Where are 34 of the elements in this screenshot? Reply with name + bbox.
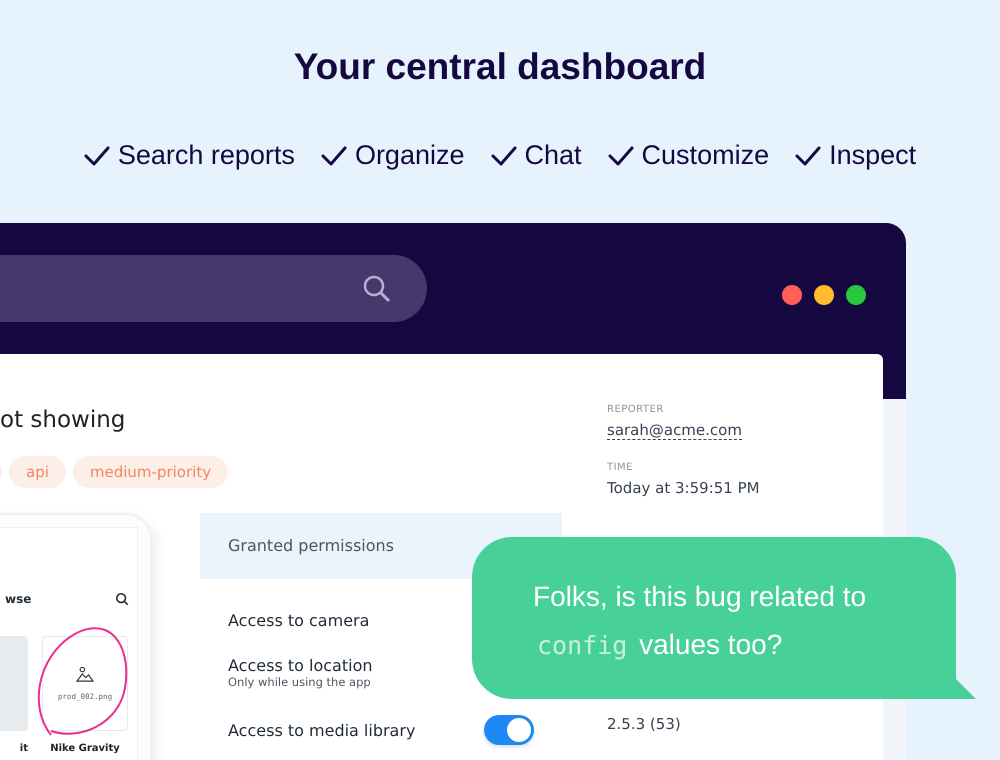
search-icon[interactable]: [115, 592, 129, 606]
checkmark-icon: [795, 146, 822, 166]
screen-title: wse: [5, 592, 32, 606]
search-field[interactable]: [0, 255, 427, 322]
toggle-switch[interactable]: [484, 715, 534, 745]
checkmark-icon: [608, 146, 634, 166]
feature-label: Search reports: [118, 140, 295, 171]
detail-label: TIME: [607, 462, 634, 473]
permission-label: Access to camera: [228, 611, 370, 630]
image-icon: [76, 666, 94, 682]
tag[interactable]: api: [9, 456, 66, 488]
feature-label: Inspect: [829, 140, 916, 171]
product-name: Nike Gravity: [50, 743, 120, 754]
detail-value: 2.5.3 (53): [607, 715, 681, 733]
checkmark-icon: [320, 146, 347, 166]
detail-value: Today at 3:59:51 PM: [607, 479, 760, 497]
feature-label: Customize: [642, 140, 770, 171]
detail-label: REPORTER: [607, 404, 665, 415]
maximize-window-dot[interactable]: [846, 285, 866, 305]
permission-label: Access to location: [228, 656, 372, 675]
checkmark-icon: [84, 146, 110, 166]
chat-message: Folks, is this bug related to config values too?: [533, 580, 868, 662]
detail-value[interactable]: sarah@acme.com: [607, 421, 742, 440]
permission-label: Access to media library: [228, 720, 416, 740]
checkmark-icon: [490, 146, 516, 166]
permission-detail: Only while using the app: [228, 675, 372, 689]
report-title: ot showing: [0, 406, 126, 434]
feature-label: Chat: [524, 140, 582, 171]
minimize-window-dot[interactable]: [814, 285, 834, 305]
feature-label: Organize: [354, 140, 464, 171]
close-window-dot[interactable]: [782, 285, 802, 305]
page-heading: Your central dashboard: [292, 45, 708, 88]
tag[interactable]: medium-priority: [72, 456, 228, 488]
product-name: it: [20, 743, 28, 754]
